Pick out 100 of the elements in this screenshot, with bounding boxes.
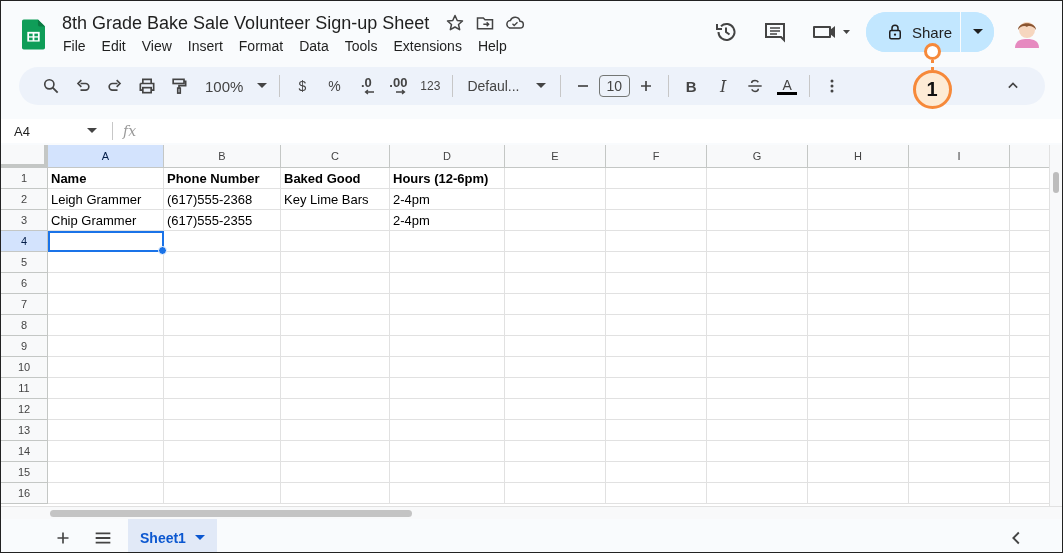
history-icon[interactable] — [713, 20, 738, 44]
table-cell[interactable] — [505, 462, 606, 483]
table-cell[interactable] — [48, 462, 164, 483]
table-cell[interactable] — [909, 294, 1010, 315]
table-cell[interactable] — [909, 315, 1010, 336]
menu-item[interactable]: Format — [230, 38, 292, 54]
table-cell[interactable] — [48, 441, 164, 462]
row-header[interactable]: 6 — [1, 273, 48, 294]
table-cell[interactable] — [606, 483, 707, 504]
row-header[interactable]: 8 — [1, 315, 48, 336]
decrease-decimal-button[interactable]: .0 — [350, 77, 383, 95]
table-cell[interactable] — [909, 168, 1010, 189]
row-header[interactable]: 9 — [1, 336, 48, 357]
row-header[interactable]: 16 — [1, 483, 48, 504]
table-cell[interactable] — [707, 462, 808, 483]
table-cell[interactable] — [281, 441, 390, 462]
table-cell[interactable]: Phone Number — [164, 168, 281, 189]
table-cell[interactable] — [164, 273, 281, 294]
table-cell[interactable] — [48, 273, 164, 294]
table-cell[interactable] — [606, 357, 707, 378]
table-cell[interactable] — [281, 210, 390, 231]
table-cell[interactable] — [808, 231, 909, 252]
print-icon[interactable] — [137, 76, 157, 96]
table-cell[interactable] — [505, 357, 606, 378]
font-size-field[interactable]: 10 — [598, 75, 631, 97]
column-header[interactable]: H — [808, 145, 909, 168]
table-cell[interactable] — [505, 336, 606, 357]
table-cell[interactable] — [505, 252, 606, 273]
table-cell[interactable] — [281, 273, 390, 294]
table-cell[interactable] — [909, 210, 1010, 231]
table-cell[interactable] — [390, 378, 505, 399]
fill-handle[interactable] — [158, 246, 167, 255]
table-cell[interactable] — [606, 189, 707, 210]
select-all-corner[interactable] — [1, 145, 48, 168]
italic-button[interactable]: I — [707, 76, 740, 96]
table-cell[interactable]: Baked Good — [281, 168, 390, 189]
column-header[interactable]: C — [281, 145, 390, 168]
table-cell[interactable] — [281, 378, 390, 399]
row-header[interactable]: 3 — [1, 210, 48, 231]
table-cell[interactable] — [909, 189, 1010, 210]
search-icon[interactable] — [41, 76, 61, 96]
menu-item[interactable]: Extensions — [385, 38, 470, 54]
table-cell[interactable]: Chip Grammer — [48, 210, 164, 231]
column-header[interactable] — [1010, 145, 1049, 168]
paint-roller-icon[interactable] — [169, 76, 189, 96]
table-cell[interactable] — [707, 483, 808, 504]
table-cell[interactable] — [505, 483, 606, 504]
table-cell[interactable] — [606, 420, 707, 441]
menu-item[interactable]: Data — [291, 38, 337, 54]
table-cell[interactable] — [707, 378, 808, 399]
table-cell[interactable] — [808, 252, 909, 273]
table-cell[interactable] — [48, 252, 164, 273]
table-cell[interactable] — [281, 231, 390, 252]
table-cell[interactable] — [909, 357, 1010, 378]
column-header[interactable]: F — [606, 145, 707, 168]
table-cell[interactable] — [909, 378, 1010, 399]
table-cell[interactable] — [909, 252, 1010, 273]
table-cell[interactable] — [505, 441, 606, 462]
table-cell[interactable] — [164, 483, 281, 504]
table-cell[interactable] — [164, 252, 281, 273]
table-cell[interactable] — [606, 441, 707, 462]
table-cell[interactable] — [48, 294, 164, 315]
row-header[interactable]: 10 — [1, 357, 48, 378]
menu-item[interactable]: View — [133, 38, 180, 54]
table-cell[interactable]: Leigh Grammer — [48, 189, 164, 210]
table-cell[interactable] — [48, 357, 164, 378]
number-format-button[interactable]: 123 — [414, 79, 447, 93]
table-cell[interactable] — [808, 336, 909, 357]
table-cell[interactable] — [606, 273, 707, 294]
table-cell[interactable] — [164, 378, 281, 399]
table-cell[interactable] — [390, 462, 505, 483]
table-cell[interactable] — [281, 420, 390, 441]
table-cell[interactable] — [390, 336, 505, 357]
table-cell[interactable]: (617)555-2355 — [164, 210, 281, 231]
table-cell[interactable] — [606, 252, 707, 273]
table-cell[interactable] — [505, 210, 606, 231]
table-cell[interactable] — [909, 420, 1010, 441]
table-cell[interactable] — [606, 336, 707, 357]
table-cell[interactable] — [164, 399, 281, 420]
row-header[interactable]: 7 — [1, 294, 48, 315]
table-cell[interactable] — [808, 189, 909, 210]
table-cell[interactable] — [808, 315, 909, 336]
table-cell[interactable] — [281, 483, 390, 504]
column-header[interactable]: I — [909, 145, 1010, 168]
table-cell[interactable] — [707, 294, 808, 315]
share-button[interactable]: Share — [865, 12, 961, 52]
table-cell[interactable] — [390, 252, 505, 273]
table-cell[interactable] — [707, 336, 808, 357]
horizontal-scrollbar-thumb[interactable] — [50, 510, 412, 517]
text-color-button[interactable]: A — [777, 77, 798, 95]
table-cell[interactable] — [48, 399, 164, 420]
table-cell[interactable] — [164, 462, 281, 483]
table-cell[interactable] — [390, 294, 505, 315]
table-cell[interactable] — [281, 315, 390, 336]
table-cell[interactable] — [164, 231, 281, 252]
table-cell[interactable] — [48, 231, 164, 252]
table-cell[interactable] — [390, 420, 505, 441]
table-cell[interactable] — [281, 336, 390, 357]
zoom-dropdown[interactable]: 100% — [199, 77, 274, 95]
table-cell[interactable]: Hours (12-6pm) — [390, 168, 505, 189]
